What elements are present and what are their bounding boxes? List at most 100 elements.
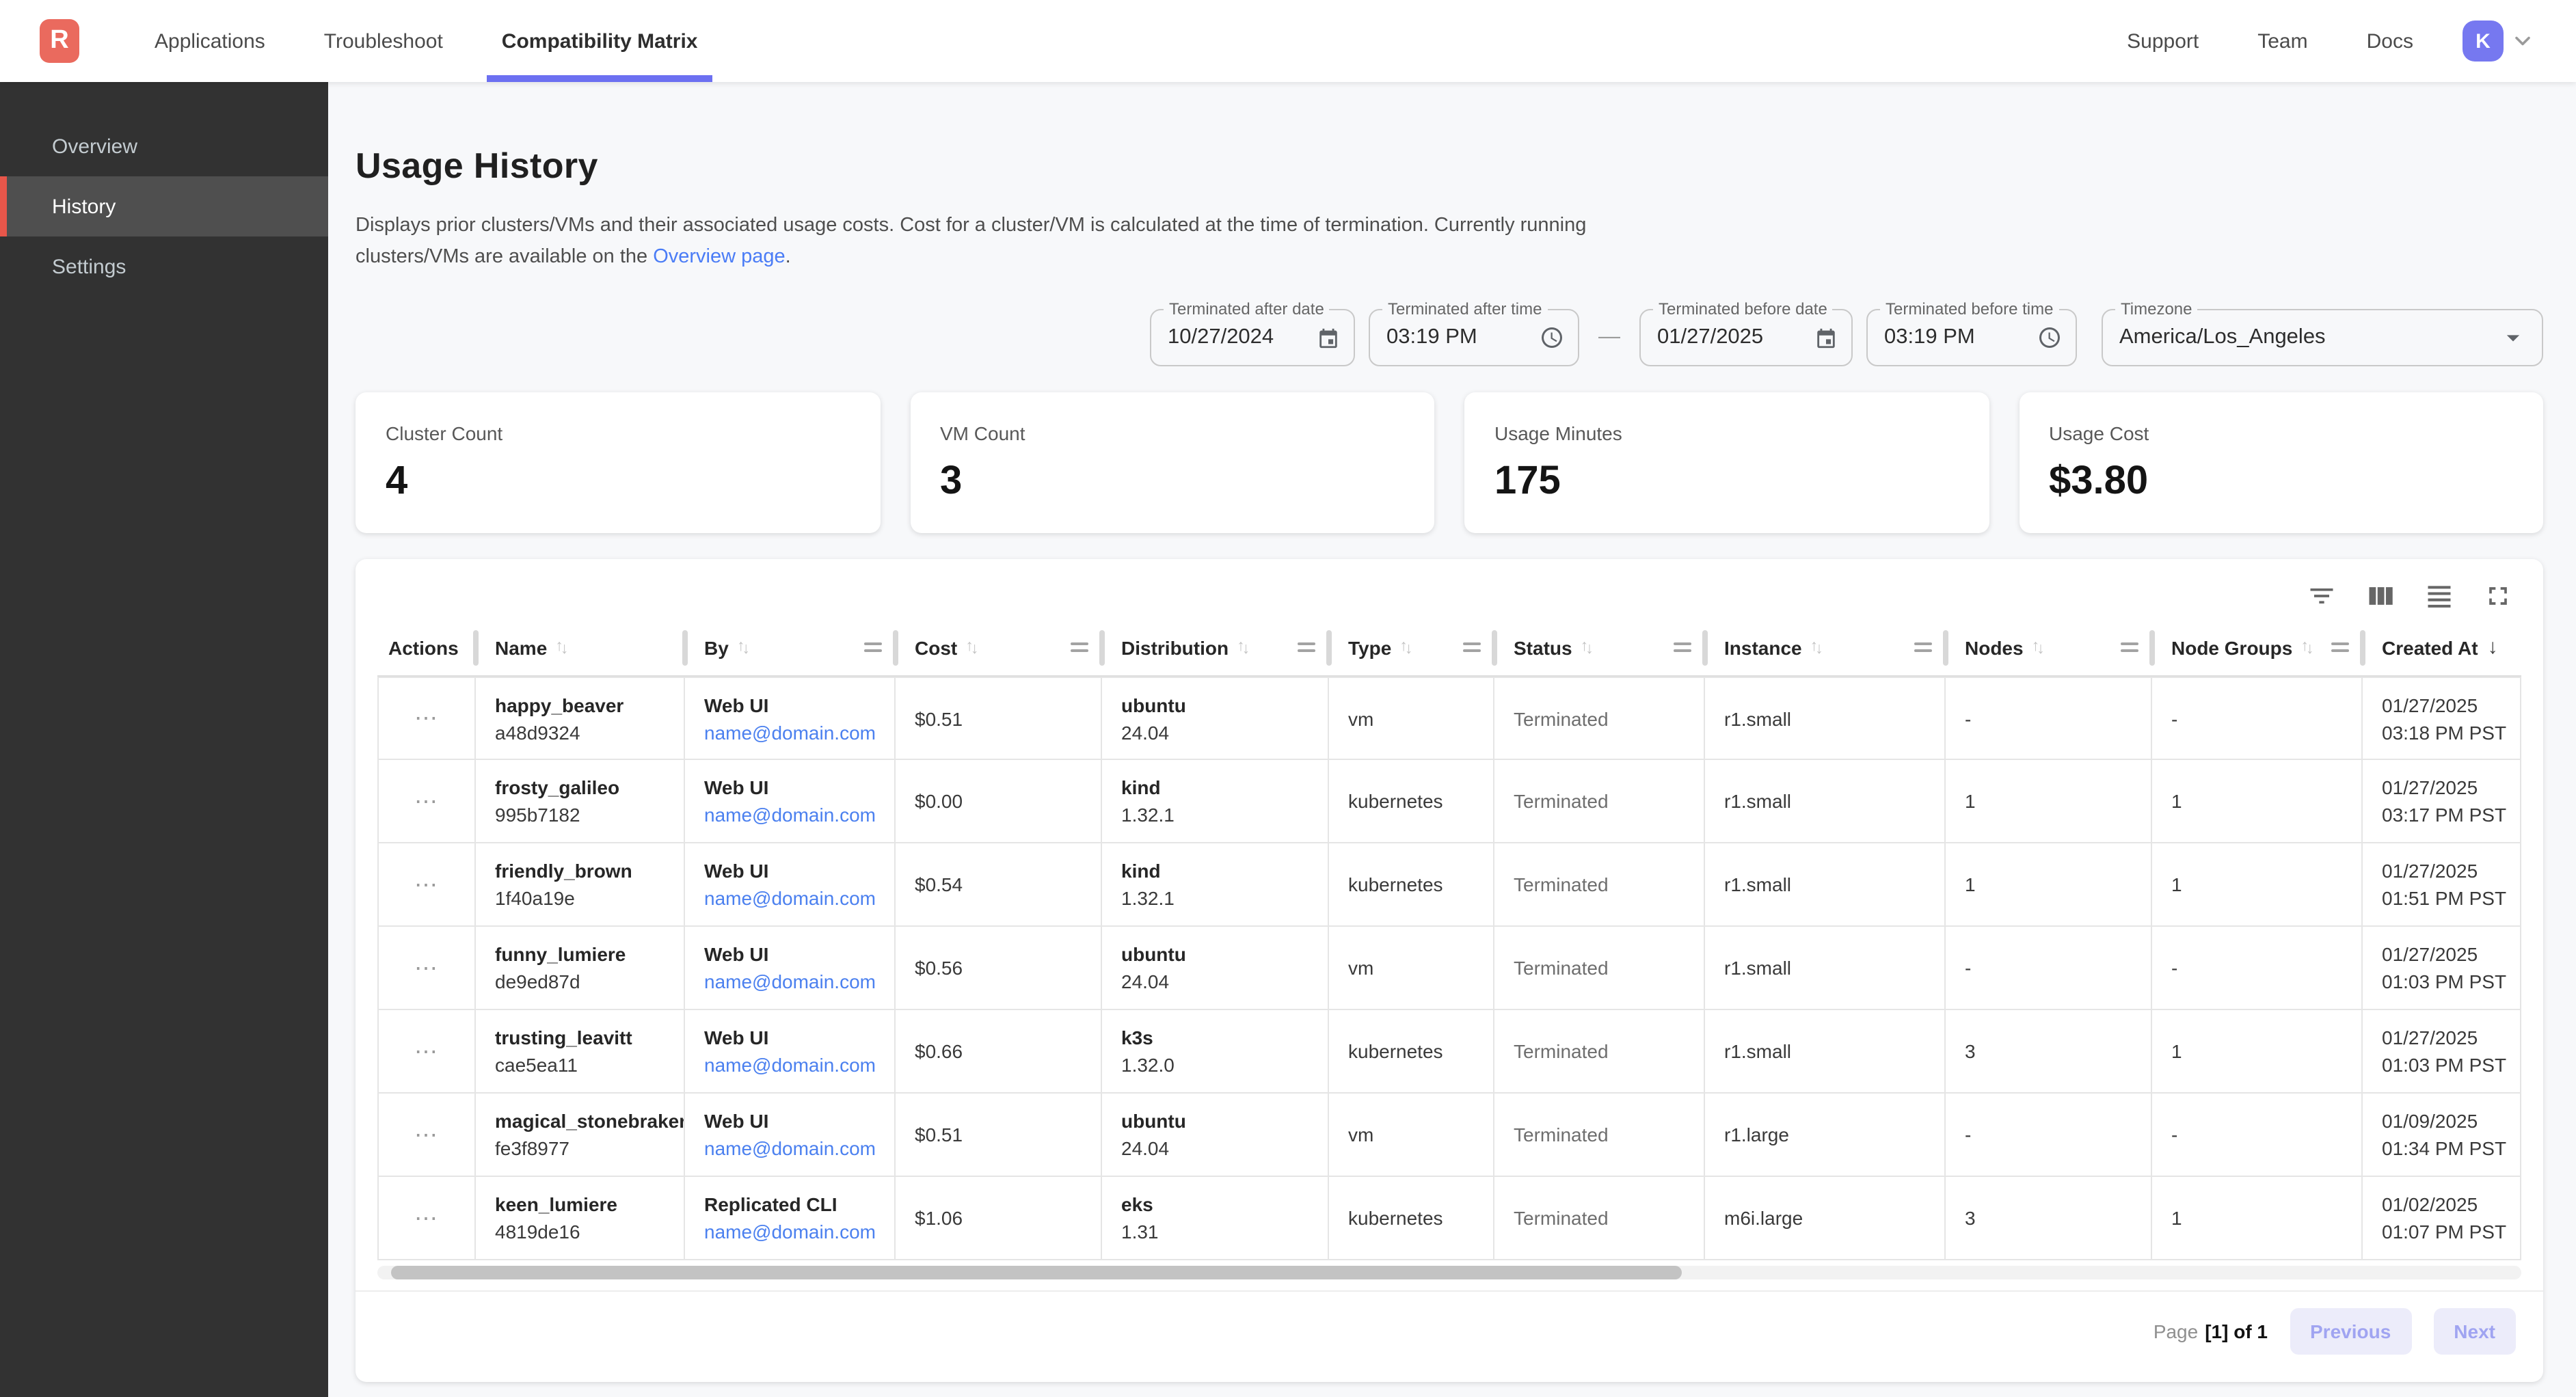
email-link[interactable]: name@domain.com (704, 1221, 894, 1243)
terminated-after-date-value[interactable]: 10/27/2024 (1168, 325, 1306, 350)
column-header-by[interactable]: By↑↓ (685, 619, 896, 675)
nav-tab-applications[interactable]: Applications (139, 0, 280, 82)
filter-icon[interactable] (2307, 581, 2337, 611)
sidebar-item-overview[interactable]: Overview (0, 116, 328, 176)
email-link[interactable]: name@domain.com (704, 1137, 894, 1159)
drag-handle-icon[interactable] (864, 642, 882, 653)
avatar[interactable]: K (2463, 21, 2504, 62)
drag-handle-icon[interactable] (1463, 642, 1481, 653)
email-link[interactable]: name@domain.com (704, 804, 894, 826)
row-actions-button[interactable]: ⋯ (414, 956, 439, 979)
column-header-cost[interactable]: Cost↑↓ (896, 619, 1102, 675)
nav-link-docs[interactable]: Docs (2367, 29, 2413, 53)
cluster-id: fe3f8977 (495, 1137, 684, 1159)
drag-handle-icon[interactable] (2121, 642, 2138, 653)
sort-icon[interactable]: ↑↓ (1237, 639, 1247, 655)
row-actions-button[interactable]: ⋯ (414, 789, 439, 813)
terminated-after-time-value[interactable]: 03:19 PM (1386, 325, 1529, 350)
next-page-button[interactable]: Next (2433, 1308, 2516, 1355)
email-link[interactable]: name@domain.com (704, 887, 894, 909)
column-header-created-at[interactable]: Created At↓ (2363, 619, 2521, 675)
terminated-before-date-value[interactable]: 01/27/2025 (1657, 325, 1803, 350)
column-header-type[interactable]: Type↑↓ (1329, 619, 1494, 675)
column-header-instance[interactable]: Instance↑↓ (1705, 619, 1946, 675)
replicated-logo[interactable]: R (40, 19, 79, 63)
pagination-bar: Page [1] of 1 Previous Next (355, 1290, 2543, 1376)
column-resize-handle[interactable] (1492, 630, 1497, 666)
horizontal-scrollbar[interactable] (377, 1266, 2521, 1279)
previous-page-button[interactable]: Previous (2290, 1308, 2411, 1355)
column-resize-handle[interactable] (2360, 630, 2365, 666)
clock-icon[interactable] (1540, 325, 1564, 350)
column-resize-handle[interactable] (473, 630, 478, 666)
email-link[interactable]: name@domain.com (704, 721, 894, 743)
drag-handle-icon[interactable] (1298, 642, 1315, 653)
terminated-after-time-field[interactable]: Terminated after time 03:19 PM (1369, 309, 1579, 366)
cell-cost: $0.66 (896, 1010, 1102, 1092)
cell-actions: ⋯ (377, 843, 476, 925)
terminated-before-time-field[interactable]: Terminated before time 03:19 PM (1866, 309, 2077, 366)
column-header-status[interactable]: Status↑↓ (1494, 619, 1705, 675)
column-resize-handle[interactable] (893, 630, 898, 666)
nav-tab-troubleshoot[interactable]: Troubleshoot (309, 0, 458, 82)
dropdown-arrow-icon[interactable] (2498, 323, 2528, 353)
clock-icon[interactable] (2037, 325, 2062, 350)
nav-tab-compatibility-matrix[interactable]: Compatibility Matrix (487, 0, 713, 82)
sort-icon[interactable]: ↑↓ (1581, 639, 1591, 655)
column-header-nodes[interactable]: Nodes↑↓ (1946, 619, 2152, 675)
calendar-icon[interactable] (1317, 326, 1340, 349)
row-actions-button[interactable]: ⋯ (414, 1123, 439, 1146)
terminated-after-date-field[interactable]: Terminated after date 10/27/2024 (1150, 309, 1355, 366)
nodes-value: - (1965, 957, 2151, 979)
column-resize-handle[interactable] (1326, 630, 1331, 666)
sort-icon[interactable]: ↑↓ (965, 639, 976, 655)
density-icon[interactable] (2424, 581, 2454, 611)
calendar-icon[interactable] (1814, 326, 1838, 349)
scrollbar-thumb[interactable] (391, 1266, 1682, 1279)
sort-icon[interactable]: ↑↓ (555, 639, 565, 655)
sort-desc-icon[interactable]: ↓ (2488, 636, 2498, 659)
nodes-value: 1 (1965, 790, 2151, 812)
sidebar-item-settings[interactable]: Settings (0, 236, 328, 297)
cell-created-at: 01/27/202501:51 PM PST (2363, 843, 2521, 925)
cell-instance: r1.small (1705, 678, 1946, 759)
email-link[interactable]: name@domain.com (704, 971, 894, 992)
drag-handle-icon[interactable] (1914, 642, 1932, 653)
sort-icon[interactable]: ↑↓ (2032, 639, 2042, 655)
column-resize-handle[interactable] (1702, 630, 1707, 666)
distribution-version: 1.32.0 (1121, 1054, 1328, 1076)
column-resize-handle[interactable] (1943, 630, 1948, 666)
sort-icon[interactable]: ↑↓ (1810, 639, 1821, 655)
column-resize-handle[interactable] (682, 630, 687, 666)
email-link[interactable]: name@domain.com (704, 1054, 894, 1076)
sort-icon[interactable]: ↑↓ (2300, 639, 2311, 655)
drag-handle-icon[interactable] (1071, 642, 1088, 653)
columns-icon[interactable] (2365, 581, 2396, 611)
cluster-id: 995b7182 (495, 804, 684, 826)
drag-handle-icon[interactable] (2331, 642, 2349, 653)
column-header-name[interactable]: Name↑↓ (476, 619, 685, 675)
terminated-before-time-value[interactable]: 03:19 PM (1884, 325, 2026, 350)
timezone-value[interactable]: America/Los_Angeles (2119, 325, 2487, 350)
row-actions-button[interactable]: ⋯ (414, 1040, 439, 1063)
created-date: 01/02/2025 (2382, 1193, 2520, 1215)
column-resize-handle[interactable] (2149, 630, 2154, 666)
column-resize-handle[interactable] (1099, 630, 1104, 666)
column-header-distribution[interactable]: Distribution↑↓ (1102, 619, 1329, 675)
sort-icon[interactable]: ↑↓ (737, 639, 747, 655)
sidebar-item-history[interactable]: History (0, 176, 328, 236)
fullscreen-icon[interactable] (2483, 581, 2513, 611)
drag-handle-icon[interactable] (1674, 642, 1691, 653)
chevron-down-icon[interactable] (2510, 29, 2535, 53)
sort-icon[interactable]: ↑↓ (1399, 639, 1410, 655)
overview-page-link[interactable]: Overview page (653, 245, 785, 267)
timezone-select[interactable]: Timezone America/Los_Angeles (2102, 309, 2543, 366)
nav-link-team[interactable]: Team (2257, 29, 2307, 53)
column-header-node-groups[interactable]: Node Groups↑↓ (2152, 619, 2363, 675)
cell-created-at: 01/09/202501:34 PM PST (2363, 1094, 2521, 1176)
nav-link-support[interactable]: Support (2127, 29, 2199, 53)
row-actions-button[interactable]: ⋯ (414, 1206, 439, 1230)
terminated-before-date-field[interactable]: Terminated before date 01/27/2025 (1639, 309, 1853, 366)
row-actions-button[interactable]: ⋯ (414, 707, 439, 730)
row-actions-button[interactable]: ⋯ (414, 873, 439, 896)
